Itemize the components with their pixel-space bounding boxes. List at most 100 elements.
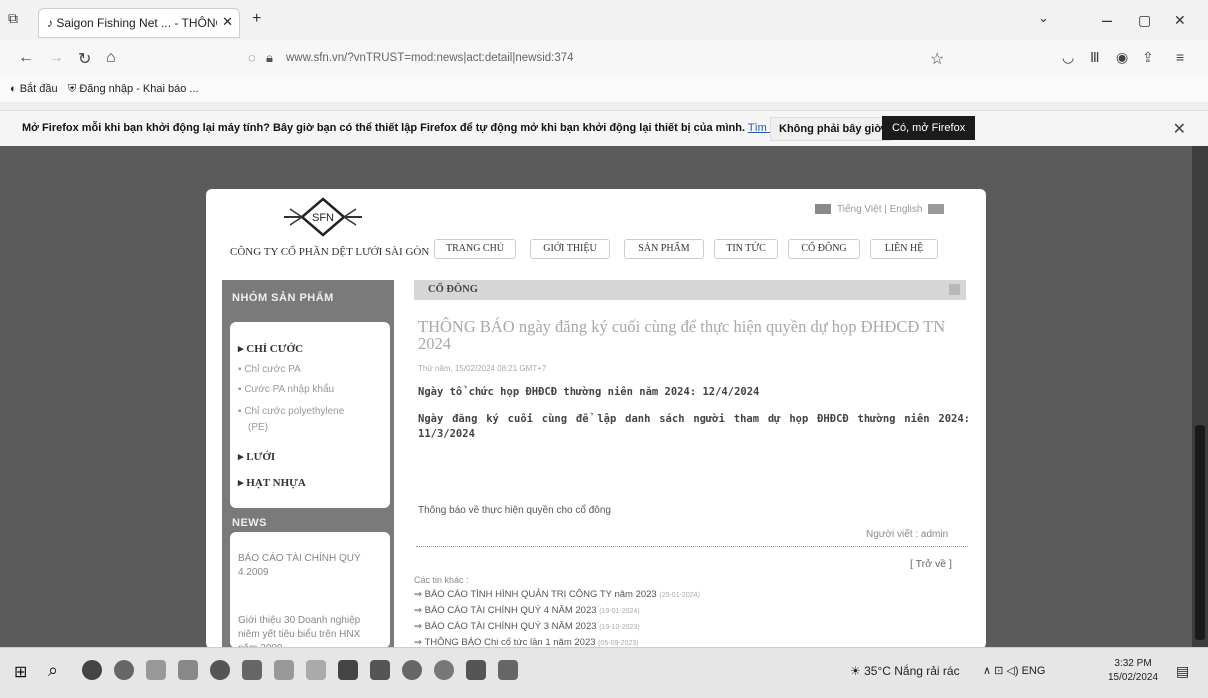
back-link[interactable]: [ Trở về ]: [910, 558, 952, 570]
store-icon[interactable]: [178, 660, 198, 680]
section-header-bar: CỔ ĐÔNG: [414, 280, 966, 300]
tab-close-icon[interactable]: ✕: [222, 14, 233, 30]
teamviewer-icon[interactable]: [242, 660, 262, 680]
maximize-button[interactable]: ▢: [1138, 12, 1151, 29]
yes-open-firefox-button[interactable]: Có, mở Firefox: [882, 116, 976, 140]
edge-icon[interactable]: [402, 660, 422, 680]
subcategory-item-cont[interactable]: (PE): [248, 422, 268, 433]
clock-date: 15/02/2024: [1108, 672, 1159, 683]
bookmark-start[interactable]: ◐ Bắt đầu: [10, 83, 58, 95]
other-news-link[interactable]: ⇒ BÁO CÁO TÀI CHÍNH QUÝ 4 NĂM 2023 (19-0…: [414, 605, 640, 616]
search-icon[interactable]: ⌕: [48, 660, 58, 681]
subcategory-item[interactable]: ▪ Cước PA nhập khẩu: [238, 384, 334, 395]
pocket-icon[interactable]: ◡: [1062, 49, 1074, 66]
nav-home[interactable]: TRANG CHỦ: [434, 239, 516, 259]
bookmark-login[interactable]: ⛨ Đăng nhập - Khai báo ...: [68, 83, 199, 96]
excel-icon[interactable]: [370, 660, 390, 680]
other-news-title[interactable]: BÁO CÁO TÌNH HÌNH QUẢN TRỊ CÔNG TY năm 2…: [425, 589, 657, 600]
product-groups-box: ▸ CHỈ CƯỚC ▪ Chỉ cước PA ▪ Cước PA nhập …: [230, 322, 390, 508]
other-news-date: (19-01-2024): [599, 608, 640, 615]
firefox-notification-bar: Mở Firefox mỗi khi bạn khởi động lại máy…: [0, 110, 1208, 148]
vietnam-flag-icon[interactable]: [815, 204, 831, 215]
firefox-icon[interactable]: [210, 660, 230, 680]
new-tab-button[interactable]: +: [252, 10, 261, 28]
category-hat-nhua[interactable]: ▸ HẠT NHỰA: [238, 476, 306, 489]
subcategory-item[interactable]: ▪ Chỉ cước PA: [238, 364, 301, 375]
start-windows-icon[interactable]: ⊞: [14, 662, 27, 682]
category-label: HẠT NHỰA: [246, 477, 306, 489]
article-line-record-date: Ngày đăng ký cuối cùng để lập danh sách …: [418, 413, 970, 440]
bookmark-star-icon[interactable]: ☆: [930, 49, 944, 69]
close-window-button[interactable]: ✕: [1174, 12, 1186, 29]
back-arrow-icon[interactable]: ←: [18, 49, 34, 67]
bookmark-login-label: Đăng nhập - Khai báo ...: [79, 83, 199, 95]
system-tray[interactable]: ∧ ⊡ ◁) ENG: [983, 664, 1045, 677]
category-chi-cuoc[interactable]: ▸ CHỈ CƯỚC: [238, 342, 303, 355]
other-news-link[interactable]: ⇒ BÁO CÁO TÌNH HÌNH QUẢN TRỊ CÔNG TY năm…: [414, 589, 700, 600]
notification-close-icon[interactable]: ✕: [1173, 119, 1186, 139]
input-language[interactable]: ENG: [1022, 665, 1046, 677]
url-text: www.sfn.vn/?vnTRUST=mod:news|act:detail|…: [286, 52, 574, 64]
home-icon[interactable]: ⌂: [106, 49, 116, 67]
chrome-icon[interactable]: [114, 660, 134, 680]
article-line-meeting-date: Ngày tổ chức họp ĐHĐCĐ thường niên năm 2…: [418, 386, 760, 398]
scrollbar-thumb[interactable]: [1195, 425, 1205, 640]
app-icon[interactable]: [306, 660, 326, 680]
reload-icon[interactable]: ↻: [78, 49, 91, 69]
category-luoi[interactable]: ▸ LƯỚI: [238, 450, 275, 463]
sfn-logo[interactable]: SFN: [282, 196, 364, 238]
chevron-up-icon[interactable]: ∧: [983, 665, 991, 677]
other-news-link[interactable]: ⇒ BÁO CÁO TÀI CHÍNH QUÝ 3 NĂM 2023 (19-1…: [414, 621, 640, 632]
url-bar[interactable]: ◌ 🔒︎ www.sfn.vn/?vnTRUST=mod:news|act:de…: [248, 48, 958, 70]
weather-text: 35°C Nắng rải rác: [864, 664, 960, 678]
browser-tab[interactable]: ♪ Saigon Fishing Net ... - THÔNG BÁ ✕: [38, 8, 240, 38]
subcategory-label: Cước PA nhập khẩu: [244, 384, 335, 395]
shield-icon[interactable]: ◌: [248, 50, 256, 65]
remote-desktop-icon[interactable]: [498, 660, 518, 680]
language-switcher[interactable]: Tiếng Việt | English: [815, 204, 950, 215]
zalo-icon[interactable]: [434, 660, 454, 680]
app-icon[interactable]: [274, 660, 294, 680]
not-now-button[interactable]: Không phải bây giờ: [770, 117, 892, 141]
divider: [416, 546, 968, 547]
news-heading: NEWS: [232, 517, 267, 529]
language-label[interactable]: Tiếng Việt | English: [837, 204, 922, 215]
article-author: Người viết : admin: [866, 529, 949, 540]
category-label: LƯỚI: [246, 451, 276, 463]
file-explorer-icon[interactable]: [146, 660, 166, 680]
teams-icon[interactable]: [466, 660, 486, 680]
other-news-date: (19-10-2023): [599, 624, 640, 631]
bookmarks-bar: ◐ Bắt đầu ⛨ Đăng nhập - Khai báo ...: [0, 78, 1208, 102]
forward-arrow-icon[interactable]: →: [48, 49, 64, 67]
subcategory-item[interactable]: ▪ Chỉ cước polyethylene: [238, 406, 344, 417]
cortana-icon[interactable]: [82, 660, 102, 680]
article-note: Thông báo về thực hiện quyền cho cổ đông: [418, 505, 611, 516]
nav-about[interactable]: GIỚI THIỆU: [530, 239, 610, 259]
nav-contact[interactable]: LIÊN HỆ: [870, 239, 938, 259]
volume-icon[interactable]: ◁): [1006, 665, 1018, 677]
minimize-button[interactable]: –: [1102, 10, 1112, 31]
news-item[interactable]: BÁO CÁO TÀI CHÍNH QUÝ 4.2009: [238, 552, 378, 580]
menu-icon[interactable]: ≡: [1176, 49, 1184, 65]
tab-list-icon[interactable]: ⧉: [8, 10, 18, 27]
section-corner-icon: [949, 284, 960, 295]
nav-shareholders[interactable]: CỔ ĐÔNG: [788, 239, 860, 259]
list-all-tabs-icon[interactable]: ⌄: [1038, 10, 1049, 26]
network-icon[interactable]: ⊡: [994, 665, 1003, 677]
extensions-icon[interactable]: ⇪: [1142, 49, 1154, 66]
clock[interactable]: 3:32 PM 15/02/2024: [1108, 657, 1158, 685]
other-news-title[interactable]: BÁO CÁO TÀI CHÍNH QUÝ 3 NĂM 2023: [425, 621, 597, 632]
lock-icon[interactable]: 🔒︎: [266, 50, 273, 66]
library-icon[interactable]: Ⅲ: [1090, 49, 1100, 66]
nav-products[interactable]: SẢN PHẨM: [624, 239, 704, 259]
uk-flag-icon[interactable]: [928, 204, 945, 215]
other-news-date: (05-09-2023): [598, 640, 639, 647]
notifications-icon[interactable]: ▤: [1176, 663, 1189, 680]
other-news-label: Các tin khác :: [414, 575, 469, 585]
other-news-title[interactable]: BÁO CÁO TÀI CHÍNH QUÝ 4 NĂM 2023: [425, 605, 597, 616]
weather-widget[interactable]: ☀ 35°C Nắng rải rác: [850, 664, 960, 678]
subcategory-label: Chỉ cước PA: [244, 364, 301, 375]
nav-news[interactable]: TIN TỨC: [714, 239, 778, 259]
word-icon[interactable]: [338, 660, 358, 680]
account-icon[interactable]: ◉: [1116, 49, 1128, 66]
